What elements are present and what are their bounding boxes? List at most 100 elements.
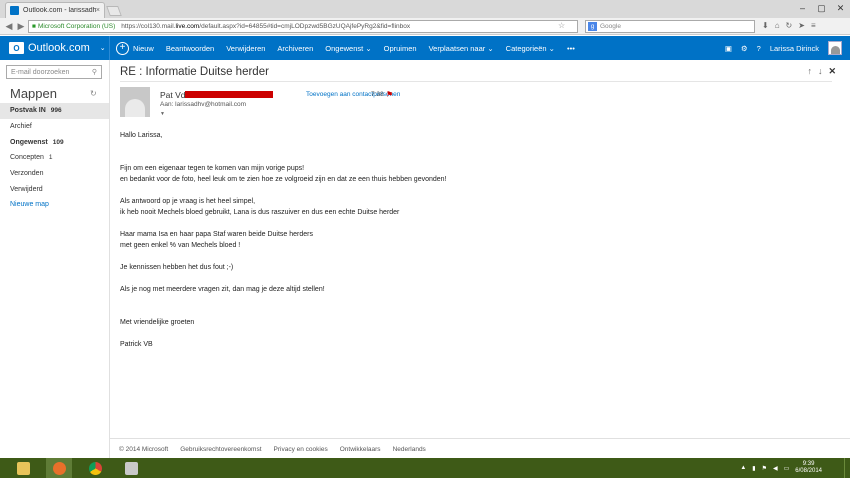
tab-close-icon[interactable]: × [96, 7, 100, 14]
flag-tray-icon[interactable]: ⚑ [762, 465, 767, 472]
clock-date: 6/08/2014 [795, 468, 822, 474]
page-footer: © 2014 Microsoft Gebruiksrechtovereenkom… [109, 438, 850, 460]
menu-icon[interactable]: ≡ [811, 21, 816, 30]
delete-button[interactable]: Verwijderen [220, 36, 271, 60]
message-line [120, 295, 447, 306]
close-window-button[interactable]: ✕ [831, 0, 850, 16]
move-to-button[interactable]: Verplaatsen naar ⌄ [423, 36, 500, 60]
folder-drafts[interactable]: Concepten 1 [0, 150, 109, 166]
mail-search-placeholder: E-mail doorzoeken [11, 68, 70, 76]
taskbar-paint[interactable] [118, 458, 144, 478]
help-icon[interactable]: ? [757, 44, 761, 53]
window-controls: – ▢ ✕ [793, 0, 850, 16]
system-tray: ▲ ▮ ⚑ ◀ ▭ 9:39 6/08/2014 [740, 458, 822, 478]
avatar[interactable] [828, 41, 842, 55]
sync-icon[interactable]: ↻ [786, 21, 793, 30]
folder-junk[interactable]: Ongewenst 109 [0, 134, 109, 150]
reply-button[interactable]: Beantwoorden [160, 36, 220, 60]
bookmark-star-icon[interactable]: ☆ [558, 21, 565, 30]
refresh-icon[interactable]: ↻ [90, 89, 97, 98]
developers-link[interactable]: Ontwikkelaars [340, 446, 381, 453]
new-label: Nieuw [133, 43, 154, 53]
message-line [120, 306, 447, 317]
more-commands-button[interactable]: ••• [561, 36, 581, 60]
expand-details-icon[interactable]: ▼ [160, 111, 165, 117]
chevron-down-icon[interactable]: ⌄ [100, 44, 106, 52]
message-subject: RE : Informatie Duitse herder [120, 66, 269, 78]
chevron-down-icon: ⌄ [365, 43, 372, 53]
arrow-down-icon[interactable]: ↓ [818, 66, 823, 77]
browser-search-placeholder: Google [600, 23, 621, 30]
message-line [120, 141, 447, 152]
junk-button[interactable]: Ongewenst ⌄ [319, 36, 377, 60]
clock-time: 9:39 [802, 461, 815, 467]
message-line: Haar mama Isa en haar papa Staf waren be… [120, 231, 313, 238]
message-line: en bedankt voor de foto, heel leuk om te… [120, 176, 447, 183]
folder-deleted[interactable]: Verwijderd [0, 181, 109, 197]
user-name[interactable]: Larissa Dirinck [770, 44, 819, 53]
lock-icon: ■ [32, 23, 36, 30]
outlook-logo[interactable]: O Outlook.com ⌄ [0, 36, 110, 60]
show-desktop-button[interactable] [844, 458, 850, 478]
taskbar-chrome[interactable] [82, 458, 108, 478]
taskbar-firefox[interactable] [46, 458, 72, 478]
mail-search-input[interactable]: E-mail doorzoeken ⚲ [6, 65, 102, 79]
folder-icon [16, 461, 30, 475]
close-icon[interactable]: ✕ [828, 66, 836, 77]
command-list: + Nieuw Beantwoorden Verwijderen Archive… [110, 36, 581, 60]
new-folder-link[interactable]: Nieuwe map [0, 197, 109, 213]
network-icon[interactable]: ▮ [752, 465, 755, 472]
categories-button[interactable]: Categorieën ⌄ [500, 36, 561, 60]
url-field[interactable]: ■ Microsoft Corporation (US) https://col… [28, 20, 578, 33]
new-button[interactable]: + Nieuw [110, 36, 160, 60]
terms-link[interactable]: Gebruiksrechtovereenkomst [180, 446, 261, 453]
volume-icon[interactable]: ◀ [773, 465, 778, 472]
forward-arrow-icon[interactable]: ▶ [15, 20, 27, 32]
taskbar-explorer[interactable] [10, 458, 36, 478]
redaction-mark [185, 91, 273, 98]
back-arrow-icon[interactable]: ◀ [3, 20, 15, 32]
outlook-logo-icon: O [9, 42, 24, 54]
firefox-icon [52, 461, 66, 475]
messaging-icon[interactable]: ▣ [725, 44, 732, 53]
windows-taskbar: ▲ ▮ ⚑ ◀ ▭ 9:39 6/08/2014 [0, 458, 850, 478]
keyboard-icon[interactable]: ▭ [784, 465, 790, 472]
new-tab-button[interactable] [106, 6, 122, 16]
logo-text: Outlook.com [28, 42, 90, 54]
search-icon[interactable]: ⚲ [92, 68, 97, 76]
message-line: met geen enkel % van Mechels bloed ! [120, 242, 241, 249]
folders-heading[interactable]: Mappen [10, 86, 57, 101]
browser-tab[interactable]: Outlook.com - larissadhv... × [5, 2, 105, 18]
arrow-up-icon[interactable]: ↑ [807, 66, 812, 77]
archive-button[interactable]: Archiveren [271, 36, 319, 60]
paint-icon [124, 461, 138, 475]
privacy-link[interactable]: Privacy en cookies [274, 446, 328, 453]
message-line [120, 328, 447, 339]
folder-archive[interactable]: Archief [0, 119, 109, 135]
divider [120, 81, 832, 82]
tray-arrow-icon[interactable]: ▲ [740, 465, 746, 471]
minimize-button[interactable]: – [793, 0, 812, 16]
message-time: 7:38 [371, 91, 384, 98]
maximize-button[interactable]: ▢ [812, 0, 831, 16]
copyright-text: © 2014 Microsoft [119, 446, 169, 453]
url-text: https://col130.mail.live.com/default.asp… [121, 23, 411, 30]
flag-icon[interactable]: ⚑ [386, 90, 393, 99]
browser-search-field[interactable]: g Google [585, 20, 755, 33]
message-line [120, 218, 447, 229]
gear-icon[interactable]: ⚙ [741, 44, 748, 53]
message-line: Met vriendelijke groeten [120, 319, 195, 326]
home-icon[interactable]: ⌂ [775, 21, 780, 30]
sweep-button[interactable]: Opruimen [378, 36, 423, 60]
taskbar-clock[interactable]: 9:39 6/08/2014 [795, 461, 822, 475]
folder-sent[interactable]: Verzonden [0, 166, 109, 182]
folder-inbox[interactable]: Postvak IN 996 [0, 103, 109, 119]
downloads-icon[interactable]: ⬇ [762, 21, 769, 30]
message-line [120, 273, 447, 284]
message-line: Fijn om een eigenaar tegen te komen van … [120, 165, 305, 172]
share-icon[interactable]: ➤ [798, 21, 805, 30]
message-line: ik heb nooit Mechels bloed gebruikt, Lan… [120, 209, 400, 216]
language-link[interactable]: Nederlands [393, 446, 426, 453]
browser-titlebar: Outlook.com - larissadhv... × – ▢ ✕ [0, 0, 850, 18]
tab-title: Outlook.com - larissadhv... [23, 7, 96, 14]
